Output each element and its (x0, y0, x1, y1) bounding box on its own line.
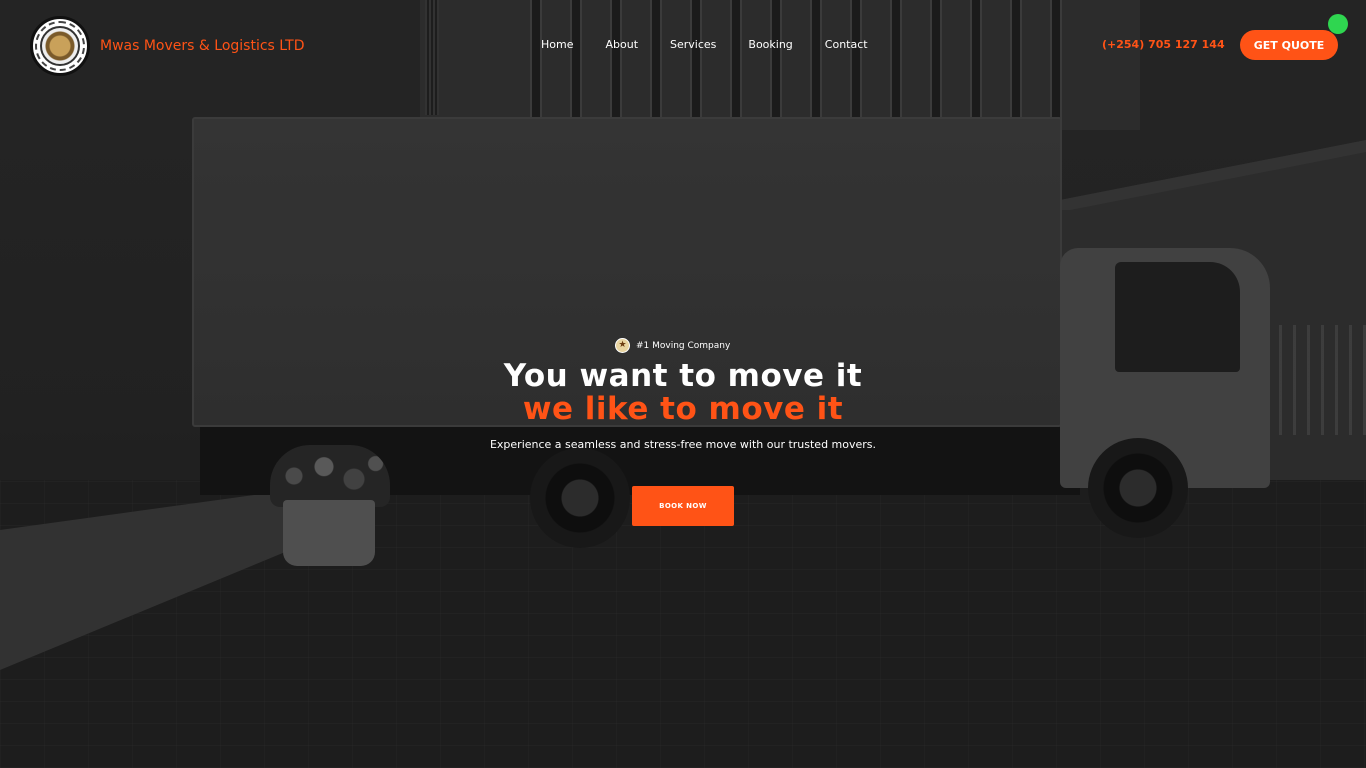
logo-ring (35, 21, 85, 71)
site-header: Mwas Movers & Logistics LTD Home About S… (0, 0, 1366, 90)
online-status-dot[interactable] (1328, 14, 1348, 34)
star-badge-icon: ★ (615, 338, 630, 353)
nav-about[interactable]: About (605, 38, 638, 51)
nav-services[interactable]: Services (670, 38, 716, 51)
hero-tag-text: #1 Moving Company (636, 340, 731, 351)
get-quote-button[interactable]: GET QUOTE (1240, 30, 1338, 60)
phone-number[interactable]: (+254) 705 127 144 (1102, 38, 1225, 51)
nav-contact[interactable]: Contact (825, 38, 868, 51)
nav-home[interactable]: Home (541, 38, 573, 51)
company-logo[interactable] (30, 16, 90, 76)
book-now-button[interactable]: BOOK NOW (632, 486, 734, 526)
brand-name[interactable]: Mwas Movers & Logistics LTD (100, 38, 304, 54)
hero-title-line-2: we like to move it (522, 391, 844, 427)
hero-title-line-1: You want to move it (503, 358, 863, 394)
hero-subtitle: Experience a seamless and stress-free mo… (489, 438, 877, 451)
nav-booking[interactable]: Booking (748, 38, 792, 51)
main-nav: Home About Services Booking Contact (541, 38, 900, 51)
hero-tag: ★ #1 Moving Company (615, 338, 730, 353)
brand[interactable]: Mwas Movers & Logistics LTD (30, 16, 304, 76)
